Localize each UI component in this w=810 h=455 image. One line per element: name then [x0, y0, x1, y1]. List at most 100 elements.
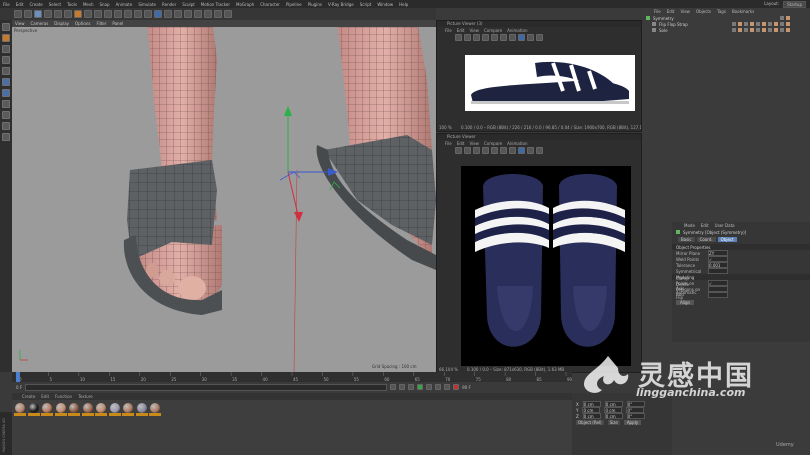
viewport-menu-item[interactable]: Options [75, 21, 90, 26]
copy-icon[interactable] [482, 147, 489, 154]
material-tag-icon[interactable] [744, 22, 748, 26]
viewport-menu-item[interactable]: Cameras [31, 21, 49, 26]
next-frame-icon[interactable] [426, 384, 433, 390]
menu-item[interactable]: Plugins [308, 2, 322, 7]
attribute-menu-item[interactable]: Mode [684, 223, 695, 228]
timeline-ruler[interactable]: 0 5 10 15 20 25 30 35 40 45 50 55 60 65 70 75 80 85 90 [12, 372, 573, 382]
fullscreen-icon[interactable] [455, 34, 462, 41]
menu-item[interactable]: MoGraph [236, 2, 254, 7]
material-swatch[interactable] [95, 402, 107, 417]
material-menu-item[interactable]: Create [22, 394, 35, 399]
menu-item[interactable]: Render [162, 2, 176, 7]
attribute-menu-item[interactable]: Edit [701, 223, 709, 228]
material-tag-icon[interactable] [780, 16, 784, 20]
object-name[interactable]: Sole [659, 28, 668, 33]
start-frame[interactable]: 0 F [16, 385, 22, 390]
copy-icon[interactable] [482, 34, 489, 41]
settings-icon[interactable] [527, 34, 534, 41]
stop-icon[interactable] [536, 147, 543, 154]
menu-item[interactable]: Character [260, 2, 280, 7]
material-tag-icon[interactable] [738, 22, 742, 26]
object-manager-menu-item[interactable]: Bookmarks [732, 9, 754, 14]
menu-item[interactable]: Simulate [138, 2, 156, 7]
coord-size-field[interactable]: 0 cm [604, 413, 623, 419]
settings-icon[interactable] [527, 147, 534, 154]
menu-item[interactable]: Script [360, 2, 372, 7]
menu-item[interactable]: Pipeline [286, 2, 302, 7]
picture-viewer-menu-item[interactable]: Edit [457, 141, 465, 146]
material-tag-icon[interactable] [768, 28, 772, 32]
floor-icon[interactable] [204, 10, 212, 18]
make-editable-icon[interactable] [2, 23, 10, 31]
material-swatch[interactable] [14, 402, 26, 417]
picture-viewer-menu-item[interactable]: Compare [484, 28, 502, 33]
material-tag-icon[interactable] [750, 22, 754, 26]
picture-viewer-menu-item[interactable]: Animation [507, 141, 527, 146]
coord-mode-select[interactable]: Object (Rel) [576, 419, 604, 425]
material-tag-icon[interactable] [732, 28, 736, 32]
menu-item[interactable]: Mesh [83, 2, 94, 7]
prev-frame-icon[interactable] [408, 384, 415, 390]
render-icon[interactable] [509, 34, 516, 41]
material-tag-icon[interactable] [744, 28, 748, 32]
points-mode-icon[interactable] [2, 67, 10, 75]
object-manager-menu-item[interactable]: Edit [667, 9, 675, 14]
object-manager-menu-item[interactable]: Objects [696, 9, 711, 14]
align-button[interactable]: Align [676, 300, 695, 305]
material-tag-icon[interactable] [756, 22, 760, 26]
subdivision-icon[interactable] [174, 10, 182, 18]
viewport-menu-item[interactable]: Filter [96, 21, 106, 26]
picture-viewer-menu-item[interactable]: View [469, 28, 479, 33]
info-icon[interactable] [518, 147, 525, 154]
menu-item[interactable]: Window [377, 2, 393, 7]
material-menu-item[interactable]: Function [55, 394, 72, 399]
render-icon[interactable] [509, 147, 516, 154]
deformer-icon[interactable] [194, 10, 202, 18]
material-tag-icon[interactable] [780, 22, 784, 26]
menu-item[interactable]: Tools [67, 2, 77, 7]
workplane-icon[interactable] [2, 56, 10, 64]
material-tag-icon[interactable] [738, 28, 742, 32]
x-axis-icon[interactable] [84, 10, 92, 18]
render-view-icon[interactable] [124, 10, 132, 18]
last-frame-icon[interactable] [444, 384, 451, 390]
object-manager-menu-item[interactable]: Tags [717, 9, 726, 14]
model-mode-icon[interactable] [2, 34, 10, 42]
menu-item[interactable]: Sculpt [182, 2, 195, 7]
material-tag-icon[interactable] [786, 16, 790, 20]
menu-item[interactable]: Select [49, 2, 61, 7]
cube-icon[interactable] [154, 10, 162, 18]
polygons-mode-icon[interactable] [2, 89, 10, 97]
menu-item[interactable]: Edit [16, 2, 24, 7]
tab-object[interactable]: Object [717, 237, 737, 242]
coord-system-icon[interactable] [114, 10, 122, 18]
material-swatch[interactable] [135, 402, 148, 417]
snap-icon[interactable] [2, 122, 10, 130]
light-icon[interactable] [224, 10, 232, 18]
object-name[interactable]: Symmetry [653, 16, 674, 21]
material-tag-icon[interactable] [756, 28, 760, 32]
viewport-menu-item[interactable]: Panel [112, 21, 123, 26]
material-tag-icon[interactable] [774, 22, 778, 26]
menu-item[interactable]: Snap [99, 2, 109, 7]
zoom-icon[interactable] [464, 34, 471, 41]
info-icon[interactable] [518, 34, 525, 41]
tweak-icon[interactable] [2, 111, 10, 119]
material-swatch[interactable] [68, 402, 80, 417]
object-name[interactable]: Flip Flop Strap [659, 22, 688, 27]
material-swatch[interactable] [108, 402, 121, 417]
material-swatch[interactable] [27, 402, 40, 417]
picture-viewer-menu-item[interactable]: File [445, 141, 452, 146]
material-swatch[interactable] [54, 402, 67, 417]
last-tool-icon[interactable] [74, 10, 82, 18]
enable-axis-icon[interactable] [2, 100, 10, 108]
material-tag-icon[interactable] [768, 22, 772, 26]
picture-viewer-menu-item[interactable]: View [469, 141, 479, 146]
play-icon[interactable] [417, 384, 424, 390]
render-picture-viewer-icon[interactable] [134, 10, 142, 18]
menu-item[interactable]: V-Ray Bridge [328, 2, 354, 7]
pen-icon[interactable] [164, 10, 172, 18]
material-swatch[interactable] [149, 402, 161, 417]
material-swatch[interactable] [81, 402, 94, 417]
render-settings-icon[interactable] [144, 10, 152, 18]
